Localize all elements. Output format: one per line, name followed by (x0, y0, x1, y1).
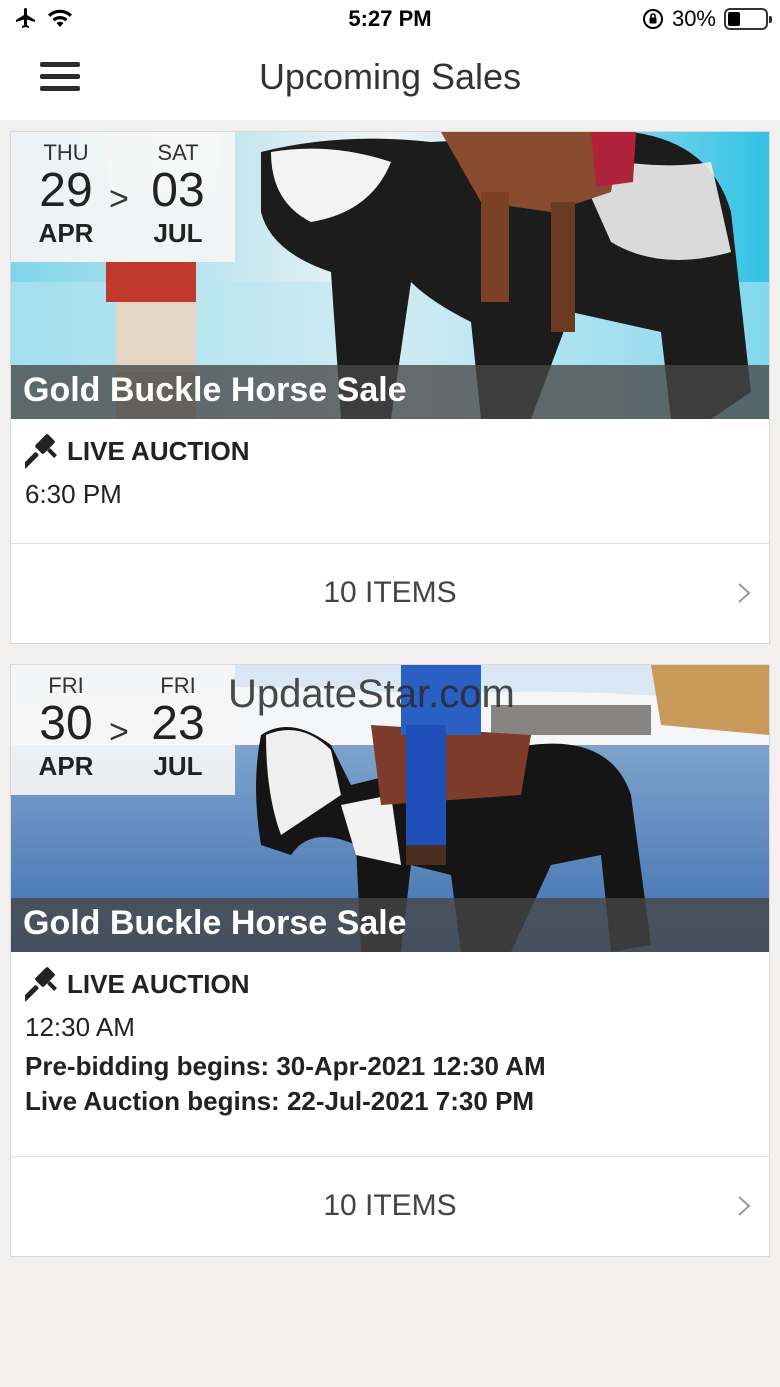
auction-type-label: LIVE AUCTION (67, 968, 250, 999)
start-day: 29 (39, 164, 93, 217)
chevron-right-icon (738, 1196, 751, 1216)
items-count-label: 10 ITEMS (323, 576, 457, 609)
start-day: 30 (39, 697, 93, 750)
sale-card[interactable]: FRI 30 APR > FRI 23 JUL Gold Buckle Hors… (10, 664, 770, 1257)
sale-info: LIVE AUCTION 12:30 AM Pre-bidding begins… (11, 952, 769, 1117)
auction-type-row: LIVE AUCTION (25, 433, 769, 469)
orientation-lock-icon (642, 9, 663, 29)
end-day: 23 (151, 697, 205, 750)
date-range-arrow: > (109, 713, 129, 751)
start-month: APR (38, 751, 94, 781)
battery-icon (724, 8, 772, 30)
items-count-label: 10 ITEMS (323, 1189, 457, 1222)
sale-title[interactable]: Gold Buckle Horse Sale (23, 371, 407, 410)
end-day-of-week: SAT (157, 140, 199, 165)
date-range-arrow: > (109, 180, 129, 218)
sale-title-band: Gold Buckle Horse Sale (11, 365, 769, 419)
end-month: JUL (153, 218, 203, 248)
end-month: JUL (153, 751, 203, 781)
end-date: SAT 03 JUL (133, 140, 223, 249)
sale-title-band: Gold Buckle Horse Sale (11, 898, 769, 952)
sale-time: 12:30 AM (25, 1012, 135, 1042)
live-auction-begins: Live Auction begins: 22-Jul-2021 7:30 PM (25, 1086, 535, 1116)
sale-banner[interactable]: THU 29 APR > SAT 03 JUL Gold Buckle Hors… (11, 132, 769, 419)
end-day: 03 (151, 164, 205, 217)
sale-title[interactable]: Gold Buckle Horse Sale (23, 904, 407, 943)
sale-date-range: THU 29 APR > SAT 03 JUL (11, 132, 235, 262)
end-day-of-week: FRI (160, 673, 196, 698)
battery-percent: 30% (671, 6, 716, 31)
gavel-icon (25, 434, 57, 469)
start-day-of-week: FRI (48, 673, 84, 698)
items-button[interactable]: 10 ITEMS (11, 1156, 769, 1256)
status-right: 30% (642, 6, 772, 32)
start-date: FRI 30 APR (21, 673, 111, 782)
page-title: Upcoming Sales (258, 56, 522, 97)
end-date: FRI 23 JUL (133, 673, 223, 782)
sale-card[interactable]: THU 29 APR > SAT 03 JUL Gold Buckle Hors… (10, 131, 770, 644)
start-month: APR (38, 218, 94, 248)
status-bar: 5:27 PM 30% (0, 0, 780, 40)
start-date: THU 29 APR (21, 140, 111, 249)
sale-date-range: FRI 30 APR > FRI 23 JUL (11, 665, 235, 795)
app-header: Upcoming Sales (0, 40, 780, 120)
sale-time: 6:30 PM (25, 479, 122, 509)
sale-info: LIVE AUCTION 6:30 PM (11, 419, 769, 510)
watermark: UpdateStar.com (228, 672, 515, 716)
gavel-icon (25, 967, 57, 1002)
items-button[interactable]: 10 ITEMS (11, 543, 769, 643)
start-day-of-week: THU (43, 140, 89, 165)
auction-type-label: LIVE AUCTION (67, 435, 250, 466)
pre-bidding-begins: Pre-bidding begins: 30-Apr-2021 12:30 AM (25, 1051, 546, 1081)
auction-type-row: LIVE AUCTION (25, 966, 769, 1002)
chevron-right-icon (738, 583, 751, 603)
